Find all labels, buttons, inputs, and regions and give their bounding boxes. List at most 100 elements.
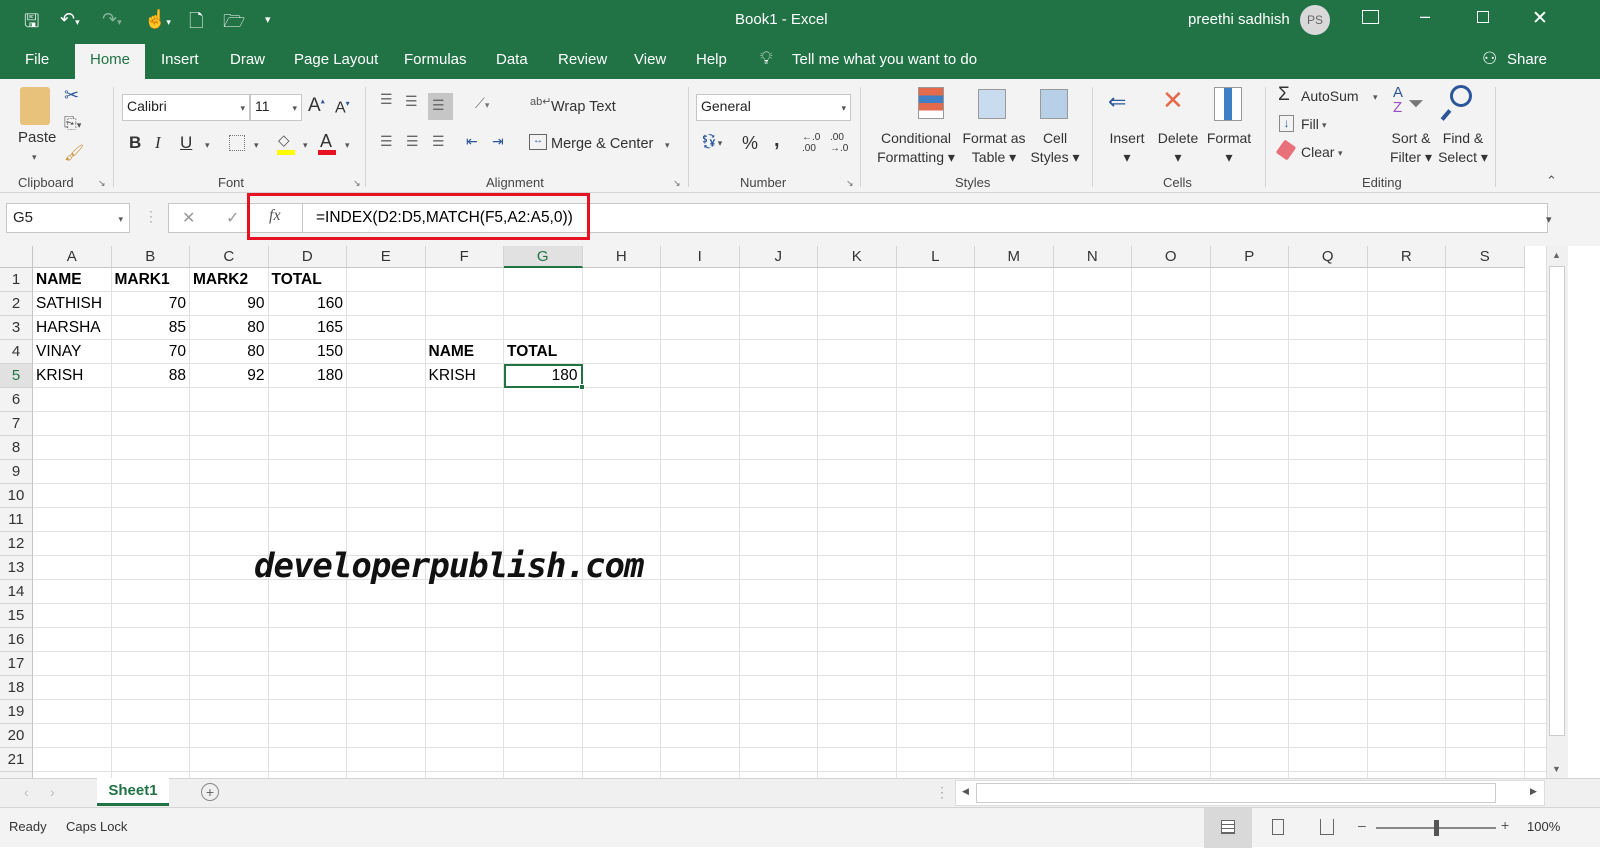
row-header-19[interactable]: 19 xyxy=(0,700,33,724)
row-header-2[interactable]: 2 xyxy=(0,292,33,316)
row-header-14[interactable]: 14 xyxy=(0,580,33,604)
next-sheet-icon[interactable]: › xyxy=(50,784,55,800)
cell-C2[interactable]: 90 xyxy=(190,292,269,316)
autosum-button[interactable]: AutoSum xyxy=(1301,88,1359,104)
paste-icon[interactable] xyxy=(20,87,50,125)
row-header-15[interactable]: 15 xyxy=(0,604,33,628)
find-select-button[interactable]: Find & Select ▾ xyxy=(1436,129,1490,167)
page-break-view-icon[interactable] xyxy=(1320,819,1334,835)
confirm-entry-icon[interactable]: ✓ xyxy=(226,208,239,228)
normal-view-button[interactable] xyxy=(1204,808,1252,848)
orientation-icon[interactable]: ⟋▾ xyxy=(475,95,489,112)
tab-page-layout[interactable]: Page Layout xyxy=(294,51,378,68)
cell-B4[interactable]: 70 xyxy=(111,340,190,364)
column-header-A[interactable]: A xyxy=(33,246,112,268)
row-header-20[interactable]: 20 xyxy=(0,724,33,748)
increase-font-size-icon[interactable]: A▴ xyxy=(308,95,325,117)
row-header-5[interactable]: 5 xyxy=(0,364,33,388)
page-layout-view-icon[interactable] xyxy=(1272,819,1284,835)
alignment-launcher-icon[interactable]: ↘ xyxy=(673,178,681,189)
bold-button[interactable]: B xyxy=(129,133,141,153)
column-header-J[interactable]: J xyxy=(739,246,818,268)
increase-decimal-button[interactable]: ←.0 .00 xyxy=(802,132,824,154)
clear-button[interactable]: Clear xyxy=(1301,144,1334,160)
horizontal-scrollbar[interactable]: ◀ ▶ xyxy=(955,780,1545,806)
font-name-select[interactable]: Calibri ▾ xyxy=(122,94,250,121)
cell-A5[interactable]: KRISH xyxy=(33,364,112,388)
row-header-8[interactable]: 8 xyxy=(0,436,33,460)
sheet-tab-sheet1[interactable]: Sheet1 xyxy=(97,778,169,806)
tab-split-grip[interactable]: ⋮ xyxy=(935,784,949,801)
column-header-F[interactable]: F xyxy=(425,246,504,268)
zoom-level[interactable]: 100% xyxy=(1527,819,1560,834)
align-center-icon[interactable]: ☰ xyxy=(406,133,419,150)
cell-A1[interactable]: NAME xyxy=(33,268,112,292)
zoom-slider-thumb[interactable] xyxy=(1434,820,1439,836)
open-folder-icon[interactable]: 🗁 xyxy=(223,9,245,39)
row-header-9[interactable]: 9 xyxy=(0,460,33,484)
decrease-decimal-button[interactable]: .00 →.0 xyxy=(830,132,852,154)
cell-C3[interactable]: 80 xyxy=(190,316,269,340)
clipboard-launcher-icon[interactable]: ↘ xyxy=(98,178,106,189)
row-header-4[interactable]: 4 xyxy=(0,340,33,364)
column-header-D[interactable]: D xyxy=(268,246,347,268)
cell-G5[interactable]: 180 xyxy=(504,364,583,388)
column-header-G[interactable]: G xyxy=(504,246,583,268)
number-format-select[interactable]: General ▾ xyxy=(696,94,851,121)
cell-B5[interactable]: 88 xyxy=(111,364,190,388)
sort-filter-button[interactable]: Sort & Filter ▾ xyxy=(1385,129,1437,167)
fill-button[interactable]: Fill xyxy=(1301,116,1319,132)
formula-input[interactable]: =INDEX(D2:D5,MATCH(F5,A2:A5,0)) xyxy=(316,209,573,227)
ribbon-display-options-icon[interactable] xyxy=(1362,10,1379,24)
align-left-icon[interactable]: ☰ xyxy=(380,133,393,150)
tab-formulas[interactable]: Formulas xyxy=(404,51,467,68)
new-file-icon[interactable]: 🗋 xyxy=(189,9,203,39)
scroll-up-icon[interactable]: ▲ xyxy=(1552,250,1561,260)
scroll-left-icon[interactable]: ◀ xyxy=(962,786,969,797)
wrap-text-button[interactable]: Wrap Text xyxy=(551,99,616,115)
column-header-M[interactable]: M xyxy=(975,246,1054,268)
underline-button[interactable]: U xyxy=(180,133,192,153)
format-cells-button[interactable]: Format ▾ xyxy=(1202,129,1256,167)
format-painter-icon[interactable]: 🖌︎ xyxy=(64,143,84,163)
share-button[interactable]: Share xyxy=(1507,51,1547,68)
cell-G4[interactable]: TOTAL xyxy=(504,340,583,364)
row-header-18[interactable]: 18 xyxy=(0,676,33,700)
name-box[interactable]: G5 ▾ xyxy=(6,203,130,233)
cell-B3[interactable]: 85 xyxy=(111,316,190,340)
tab-file[interactable]: File xyxy=(25,51,49,68)
align-right-icon[interactable]: ☰ xyxy=(432,133,445,150)
font-size-select[interactable]: 11 ▾ xyxy=(250,94,302,121)
cell-F5[interactable]: KRISH xyxy=(425,364,504,388)
column-header-P[interactable]: P xyxy=(1210,246,1289,268)
zoom-out-button[interactable]: – xyxy=(1358,817,1366,833)
tab-review[interactable]: Review xyxy=(558,51,607,68)
insert-function-button[interactable]: fx xyxy=(269,207,281,225)
tell-me-search[interactable]: Tell me what you want to do xyxy=(792,51,977,68)
cell-A4[interactable]: VINAY xyxy=(33,340,112,364)
cell-D4[interactable]: 150 xyxy=(268,340,347,364)
user-name[interactable]: preethi sadhish xyxy=(1188,11,1290,28)
minimize-icon[interactable]: – xyxy=(1420,6,1430,27)
column-header-N[interactable]: N xyxy=(1053,246,1132,268)
worksheet-grid[interactable]: A B C D E F G H I J K L M N O P Q R S 1 2 3 4 5 6 7 8 9 10 11 12 13 14 15… xyxy=(0,246,1546,778)
restore-icon[interactable] xyxy=(1477,11,1489,23)
column-header-K[interactable]: K xyxy=(818,246,897,268)
number-launcher-icon[interactable]: ↘ xyxy=(846,178,854,189)
redo-icon[interactable]: ↷▾ xyxy=(102,9,122,30)
align-top-icon[interactable]: ☰ xyxy=(380,91,393,108)
cell-styles-button[interactable]: Cell Styles ▾ xyxy=(1028,129,1082,167)
cancel-entry-icon[interactable]: ✕ xyxy=(182,208,195,228)
tab-help[interactable]: Help xyxy=(696,51,727,68)
column-header-H[interactable]: H xyxy=(582,246,661,268)
row-header-17[interactable]: 17 xyxy=(0,652,33,676)
save-icon[interactable]: 🖫 xyxy=(24,9,39,39)
cell-C4[interactable]: 80 xyxy=(190,340,269,364)
close-icon[interactable]: ✕ xyxy=(1532,7,1548,30)
user-avatar[interactable]: PS xyxy=(1300,5,1330,35)
vertical-scroll-thumb[interactable] xyxy=(1549,266,1565,736)
column-header-Q[interactable]: Q xyxy=(1289,246,1368,268)
cut-icon[interactable]: ✂ xyxy=(64,85,79,106)
font-color-button[interactable]: A xyxy=(320,131,332,152)
scroll-down-icon[interactable]: ▼ xyxy=(1552,764,1561,774)
